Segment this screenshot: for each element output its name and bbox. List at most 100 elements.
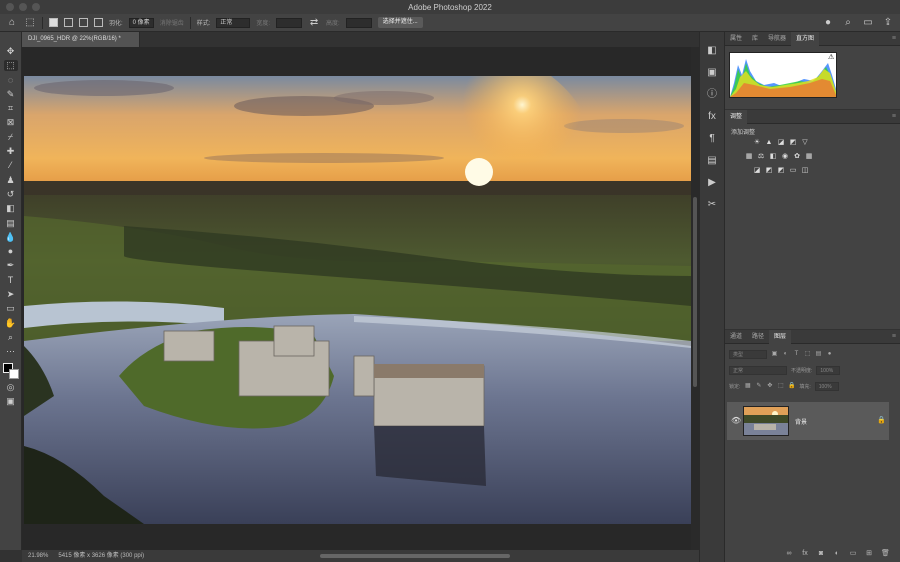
tab-channels[interactable]: 通道 — [725, 330, 747, 344]
new-group-icon[interactable]: ▭ — [849, 550, 857, 558]
filter-shape-icon[interactable]: ⬚ — [804, 351, 811, 358]
delete-layer-icon[interactable]: 🗑 — [881, 550, 890, 558]
add-mask-icon[interactable]: ◙ — [817, 550, 825, 558]
swatches-panel-icon[interactable]: ▤ — [705, 154, 719, 168]
vertical-scrollbar[interactable] — [691, 47, 699, 550]
layer-name[interactable]: 背景 — [795, 417, 807, 426]
quick-mask-icon[interactable]: ◎ — [4, 382, 18, 393]
intersect-selection-icon[interactable] — [94, 18, 103, 27]
document-tab[interactable]: DJI_0965_HDR @ 22%(RGB/16) * — [22, 32, 140, 47]
hue-saturation-icon[interactable]: ▦ — [745, 153, 753, 161]
clone-stamp-tool-icon[interactable]: ♟ — [4, 175, 18, 186]
layer-row[interactable]: 👁 背景 🔒 — [727, 402, 889, 440]
style-select[interactable]: 正常 — [216, 17, 251, 28]
fill-input[interactable]: 100% — [814, 382, 839, 391]
filter-adjustment-icon[interactable]: ◐ — [782, 351, 789, 358]
black-white-icon[interactable]: ◧ — [769, 153, 777, 161]
filter-type-icon[interactable]: T — [793, 351, 800, 358]
swap-icon[interactable]: ⇄ — [308, 17, 320, 29]
history-panel-icon[interactable]: ◧ — [705, 44, 719, 58]
document-image[interactable] — [24, 76, 691, 524]
window-controls[interactable] — [6, 3, 40, 11]
canvas-area[interactable] — [22, 47, 699, 550]
opacity-input[interactable]: 100% — [816, 366, 841, 375]
character-panel-icon[interactable]: fx — [705, 110, 719, 124]
tab-navigator[interactable]: 导航器 — [763, 32, 791, 46]
new-selection-icon[interactable] — [49, 18, 58, 27]
tab-properties[interactable]: 属性 — [725, 32, 747, 46]
lock-position-icon[interactable]: ✥ — [766, 383, 773, 390]
path-selection-tool-icon[interactable]: ➤ — [4, 289, 18, 300]
blend-mode-select[interactable]: 正常 — [729, 366, 787, 375]
cache-warning-icon[interactable]: ⚠ — [828, 54, 836, 62]
rectangle-tool-icon[interactable]: ▭ — [4, 303, 18, 314]
invert-icon[interactable]: ◪ — [753, 167, 761, 175]
paragraph-panel-icon[interactable]: ¶ — [705, 132, 719, 146]
tools-panel-icon[interactable]: ✂ — [705, 198, 719, 212]
filter-toggle-icon[interactable]: ● — [826, 351, 833, 358]
zoom-tool-icon[interactable]: ⌕ — [4, 332, 18, 343]
color-balance-icon[interactable]: ⚖ — [757, 153, 765, 161]
gradient-tool-icon[interactable]: ▤ — [4, 218, 18, 229]
more-tools-icon[interactable]: ⋯ — [4, 346, 18, 357]
marquee-tool-preset-icon[interactable]: ⬚ — [24, 17, 36, 29]
workspace-icon[interactable]: ▭ — [862, 17, 874, 29]
link-layers-icon[interactable]: ∞ — [785, 550, 793, 558]
curves-icon[interactable]: ◪ — [777, 139, 785, 147]
blur-tool-icon[interactable]: 💧 — [4, 232, 18, 243]
crop-tool-icon[interactable]: ⌗ — [4, 103, 18, 114]
brush-tool-icon[interactable]: ⁄ — [4, 160, 18, 171]
subtract-selection-icon[interactable] — [79, 18, 88, 27]
channel-mixer-icon[interactable]: ✿ — [793, 153, 801, 161]
background-color-swatch[interactable] — [8, 368, 19, 379]
home-icon[interactable]: ⌂ — [6, 17, 18, 29]
info-panel-icon[interactable]: ⓘ — [705, 88, 719, 102]
minimize-window-button[interactable] — [19, 3, 27, 11]
tab-libraries[interactable]: 库 — [747, 32, 763, 46]
feather-input[interactable]: 0 像素 — [128, 17, 154, 28]
antialias-checkbox[interactable]: 消除锯齿 — [160, 18, 184, 27]
actions-panel-icon[interactable]: ▶ — [705, 176, 719, 190]
add-selection-icon[interactable] — [64, 18, 73, 27]
hand-tool-icon[interactable]: ✋ — [4, 318, 18, 329]
panel-menu-icon[interactable]: ≡ — [892, 35, 896, 42]
threshold-icon[interactable]: ◩ — [777, 167, 785, 175]
search-icon[interactable]: ⌕ — [842, 17, 854, 29]
gradient-map-icon[interactable]: ▭ — [789, 167, 797, 175]
brightness-contrast-icon[interactable]: ☀ — [753, 139, 761, 147]
screen-mode-icon[interactable]: ▣ — [4, 396, 18, 407]
move-tool-icon[interactable]: ✥ — [4, 46, 18, 57]
tab-histogram[interactable]: 直方图 — [791, 31, 820, 46]
lock-image-icon[interactable]: ✎ — [755, 383, 762, 390]
select-and-mask-button[interactable]: 选择并遮住... — [377, 17, 423, 28]
exposure-icon[interactable]: ◩ — [789, 139, 797, 147]
vibrance-icon[interactable]: ▽ — [801, 139, 809, 147]
filter-pixel-icon[interactable]: ▣ — [771, 351, 778, 358]
panel-menu-icon[interactable]: ≡ — [892, 113, 896, 120]
frame-tool-icon[interactable]: ⊠ — [4, 117, 18, 128]
close-window-button[interactable] — [6, 3, 14, 11]
width-input[interactable] — [276, 17, 303, 28]
tab-adjustments[interactable]: 调整 — [725, 109, 748, 124]
user-icon[interactable]: ● — [822, 17, 834, 29]
lock-pixels-icon[interactable]: ▦ — [744, 383, 751, 390]
eraser-tool-icon[interactable]: ◧ — [4, 203, 18, 214]
history-brush-tool-icon[interactable]: ↺ — [4, 189, 18, 200]
color-swatches[interactable] — [2, 362, 19, 379]
posterize-icon[interactable]: ◩ — [765, 167, 773, 175]
tab-paths[interactable]: 路径 — [747, 330, 769, 344]
height-input[interactable] — [345, 17, 372, 28]
zoom-level[interactable]: 21.98% — [28, 550, 48, 562]
pen-tool-icon[interactable]: ✒ — [4, 260, 18, 271]
vertical-scroll-thumb[interactable] — [693, 197, 697, 387]
layer-style-icon[interactable]: fx — [801, 550, 809, 558]
marquee-tool-icon[interactable]: ⬚ — [3, 60, 18, 72]
layer-filter-select[interactable]: 类型 — [729, 350, 767, 359]
selective-color-icon[interactable]: ◫ — [801, 167, 809, 175]
comments-panel-icon[interactable]: ▣ — [705, 66, 719, 80]
photo-filter-icon[interactable]: ◉ — [781, 153, 789, 161]
type-tool-icon[interactable]: T — [4, 275, 18, 286]
quick-selection-tool-icon[interactable]: ✎ — [4, 89, 18, 100]
tab-layers[interactable]: 图层 — [769, 329, 792, 344]
lasso-tool-icon[interactable]: ◌ — [4, 75, 18, 86]
